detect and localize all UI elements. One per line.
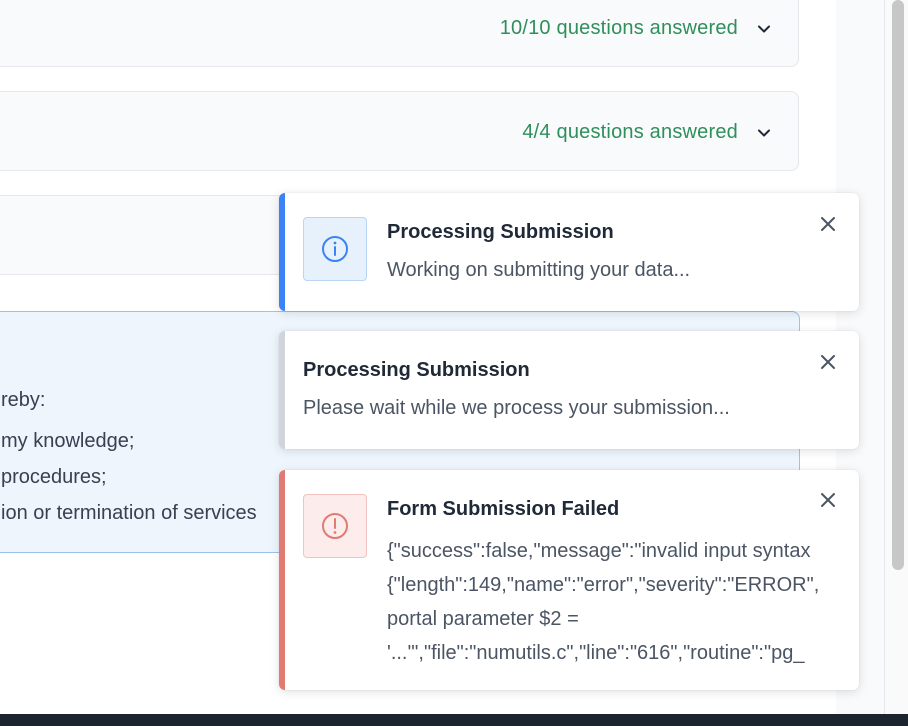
toast-info: Processing Submission Working on submitt… bbox=[279, 193, 859, 311]
error-message-line: '...'","file":"numutils.c","line":"616",… bbox=[387, 642, 805, 664]
toast-accent-bar bbox=[279, 193, 285, 311]
toast-title: Processing Submission bbox=[387, 221, 614, 243]
declaration-line: reby: bbox=[1, 389, 46, 411]
error-message-line: portal parameter $2 = bbox=[387, 608, 579, 630]
toast-error: Form Submission Failed {"success":false,… bbox=[279, 470, 859, 690]
close-icon[interactable] bbox=[819, 215, 837, 233]
info-icon-box bbox=[303, 217, 367, 281]
toast-accent-bar bbox=[279, 470, 285, 690]
section-status: 10/10 questions answered bbox=[499, 17, 738, 39]
declaration-line: my knowledge; bbox=[1, 430, 135, 452]
bottom-bar bbox=[0, 714, 908, 726]
info-icon bbox=[322, 236, 348, 262]
toast-error-message: {"success":false,"message":"invalid inpu… bbox=[387, 534, 859, 670]
error-message-line: {"success":false,"message":"invalid inpu… bbox=[387, 540, 811, 562]
toast-title: Processing Submission bbox=[303, 359, 530, 381]
toast-message: Working on submitting your data... bbox=[387, 259, 691, 281]
scrollbar-thumb[interactable] bbox=[892, 0, 904, 570]
chevron-down-icon[interactable] bbox=[756, 125, 772, 141]
error-icon-box bbox=[303, 494, 367, 558]
accordion-section-2[interactable]: 4/4 questions answered bbox=[0, 91, 799, 171]
toast-message: Please wait while we process your submis… bbox=[303, 397, 730, 419]
declaration-line: ion or termination of services bbox=[1, 502, 257, 524]
error-message-line: {"length":149,"name":"error","severity":… bbox=[387, 574, 820, 596]
toast-accent-bar bbox=[279, 331, 285, 449]
toast-neutral: Processing Submission Please wait while … bbox=[279, 331, 859, 449]
close-icon[interactable] bbox=[819, 491, 837, 509]
chevron-down-icon[interactable] bbox=[756, 21, 772, 37]
accordion-section-1[interactable]: 10/10 questions answered bbox=[0, 0, 799, 67]
error-icon bbox=[322, 513, 348, 539]
section-status: 4/4 questions answered bbox=[522, 121, 738, 143]
declaration-line: procedures; bbox=[1, 466, 107, 488]
toast-title: Form Submission Failed bbox=[387, 498, 620, 520]
close-icon[interactable] bbox=[819, 353, 837, 371]
